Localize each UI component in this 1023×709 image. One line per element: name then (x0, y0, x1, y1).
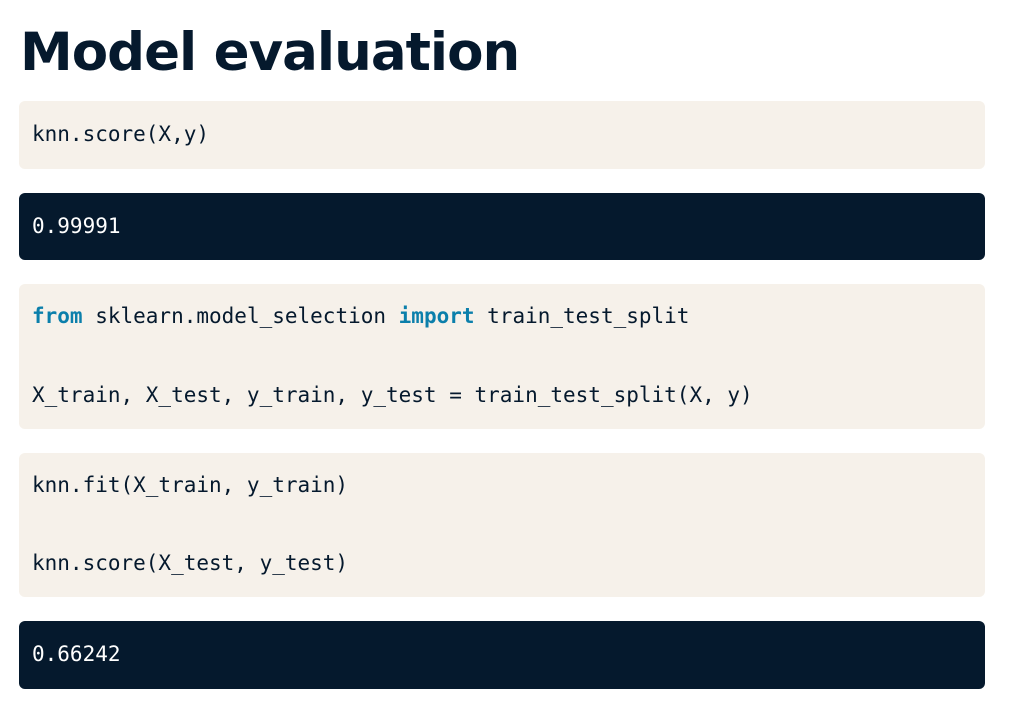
imported-function: train_test_split (474, 304, 690, 328)
output-value: 0.66242 (32, 642, 121, 666)
slide-page: Model evaluation knn.score(X,y) 0.99991 … (0, 0, 1023, 709)
output-cell-test-score: 0.66242 (19, 621, 985, 689)
code-cell-score-train: knn.score(X,y) (19, 101, 985, 169)
output-cell-train-score: 0.99991 (19, 193, 985, 260)
code-line: knn.fit(X_train, y_train) (32, 473, 349, 497)
keyword-import: import (398, 304, 475, 328)
code-cell-split: from sklearn.model_selection import trai… (19, 284, 985, 429)
code-line: X_train, X_test, y_train, y_test = train… (32, 383, 753, 407)
code-line: knn.score(X_test, y_test) (32, 551, 349, 575)
page-title: Model evaluation (20, 22, 520, 83)
module-name: sklearn.model_selection (82, 304, 399, 328)
keyword-from: from (32, 304, 83, 328)
output-value: 0.99991 (32, 214, 121, 238)
code-cell-fit-score: knn.fit(X_train, y_train) knn.score(X_te… (19, 453, 985, 597)
import-line: from sklearn.model_selection import trai… (32, 302, 689, 330)
code-line: knn.score(X,y) (32, 122, 210, 146)
